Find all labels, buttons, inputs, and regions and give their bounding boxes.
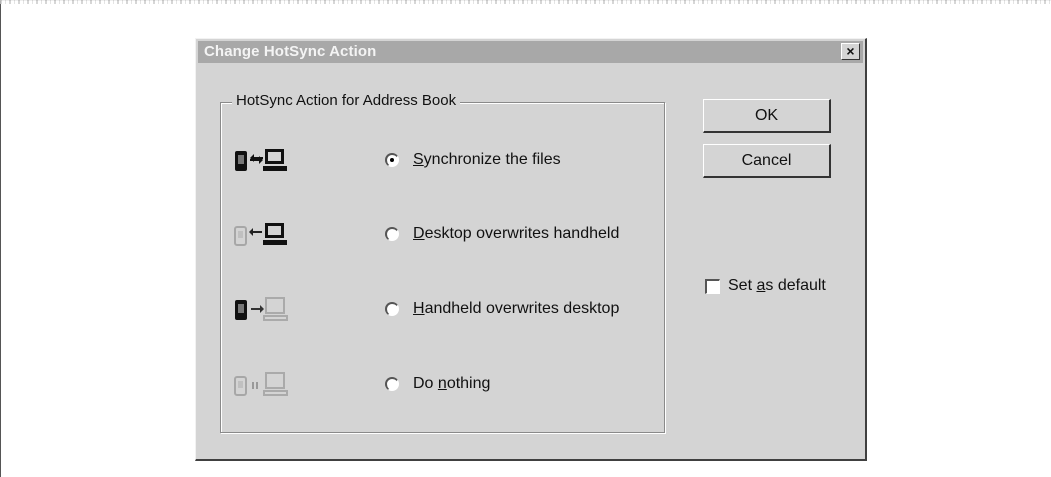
handheld-overwrites-label: Handheld overwrites desktop: [413, 300, 620, 317]
group-label: HotSync Action for Address Book: [232, 92, 461, 109]
sync-both-icon: [235, 149, 287, 171]
scan-artifact: [0, 0, 1051, 4]
ok-button[interactable]: OK: [703, 99, 831, 133]
do-nothing-radio[interactable]: [385, 377, 399, 391]
option-handheld-overwrites[interactable]: Handheld overwrites desktop: [234, 295, 654, 325]
set-as-default-label: Set as default: [728, 277, 826, 294]
option-do-nothing[interactable]: Do nothing: [234, 370, 654, 400]
desktop-overwrites-radio[interactable]: [385, 227, 399, 241]
dialog-titlebar[interactable]: Change HotSync Action ×: [198, 41, 863, 63]
do-nothing-label: Do nothing: [413, 375, 491, 392]
do-nothing-icon: [234, 372, 288, 396]
close-button[interactable]: ×: [841, 43, 860, 60]
desktop-overwrites-label: Desktop overwrites handheld: [413, 225, 620, 242]
handheld-to-desktop-icon: [235, 297, 288, 321]
desktop-to-handheld-icon: [234, 223, 287, 246]
dialog-title: Change HotSync Action: [204, 43, 377, 60]
synchronize-label: Synchronize the files: [413, 151, 561, 168]
synchronize-radio[interactable]: [385, 153, 399, 167]
set-as-default-checkbox[interactable]: [705, 279, 720, 294]
close-icon: ×: [846, 43, 855, 59]
option-desktop-overwrites[interactable]: Desktop overwrites handheld: [234, 220, 654, 250]
handheld-overwrites-radio[interactable]: [385, 302, 399, 316]
cancel-button[interactable]: Cancel: [703, 144, 831, 178]
change-hotsync-action-dialog: Change HotSync Action × HotSync Action f…: [195, 38, 867, 461]
option-synchronize[interactable]: Synchronize the files: [234, 146, 654, 176]
